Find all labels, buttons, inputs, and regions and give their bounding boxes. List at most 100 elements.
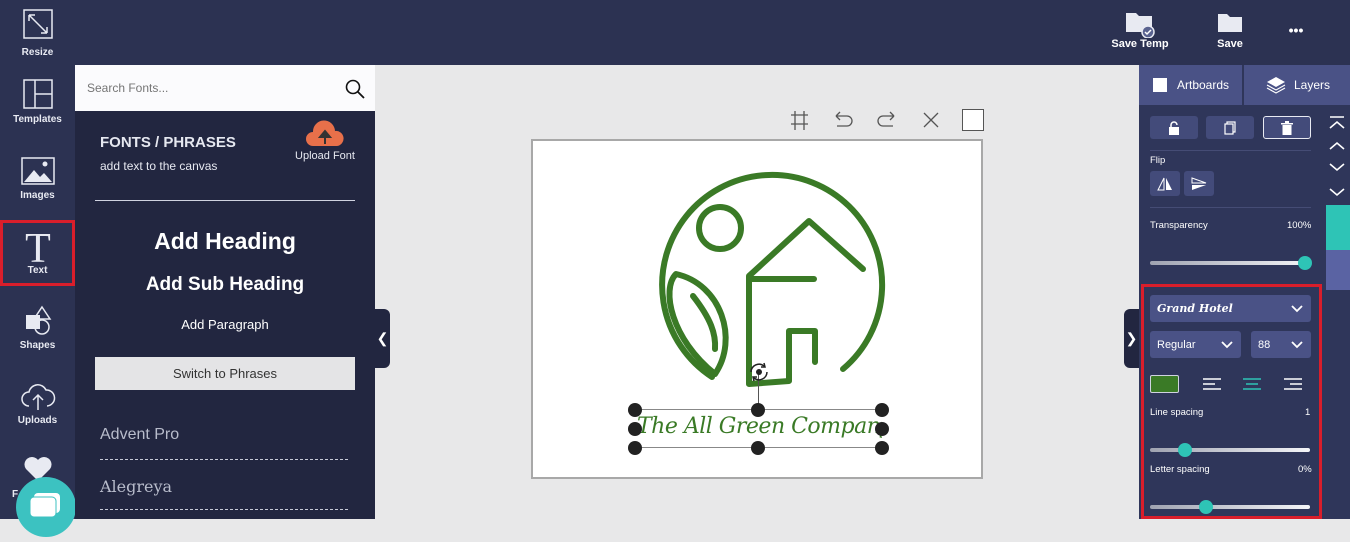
nav-item-templates[interactable]: Templates: [0, 78, 75, 148]
chevron-down-icon: [1221, 340, 1233, 348]
add-subheading-button[interactable]: Add Sub Heading: [75, 274, 375, 296]
delete-button[interactable]: [1263, 116, 1311, 139]
line-spacing-slider-knob[interactable]: [1178, 443, 1193, 457]
scrollbar-track[interactable]: [1326, 250, 1350, 290]
transparency-slider-knob[interactable]: [1298, 256, 1313, 270]
upload-font-button[interactable]: Upload Font: [290, 120, 360, 162]
nav-item-shapes[interactable]: Shapes: [0, 305, 75, 375]
close-button[interactable]: [919, 108, 943, 132]
top-bar: Save Temp Save •••: [0, 0, 1350, 65]
folder-check-icon: [1126, 13, 1155, 38]
nav-label: Text: [27, 265, 48, 276]
more-icon: •••: [1288, 22, 1304, 38]
letter-spacing-slider[interactable]: [1150, 500, 1310, 514]
nav-label: Images: [20, 190, 55, 201]
line-spacing-slider[interactable]: [1150, 443, 1310, 457]
lock-button[interactable]: [1150, 116, 1198, 139]
more-button[interactable]: •••: [1283, 22, 1309, 38]
duplicate-button[interactable]: [1206, 116, 1254, 139]
switch-to-phrases-button[interactable]: Switch to Phrases: [95, 357, 355, 390]
rotate-handle[interactable]: [744, 357, 774, 387]
resize-icon: [22, 9, 53, 39]
nav-item-resize[interactable]: Resize: [0, 8, 75, 78]
collapse-left-panel-button[interactable]: ❮: [375, 309, 390, 368]
nav-item-uploads[interactable]: Uploads: [0, 380, 75, 450]
flip-vertical-button[interactable]: [1184, 171, 1214, 196]
resize-handle-mr[interactable]: [875, 422, 889, 436]
transparency-slider[interactable]: [1150, 256, 1313, 270]
trash-icon: [1281, 121, 1293, 135]
font-weight-value: Regular: [1157, 339, 1196, 351]
save-button[interactable]: Save: [1210, 8, 1250, 50]
resize-handle-bl[interactable]: [628, 441, 642, 455]
font-item-alegreya[interactable]: Alegreya: [100, 477, 348, 496]
align-left-icon[interactable]: [1202, 377, 1222, 391]
shapes-icon: [25, 305, 51, 335]
svg-text:T: T: [25, 226, 51, 266]
logo-leaf-outline: [666, 271, 729, 377]
undo-button[interactable]: [831, 108, 855, 132]
chat-icon: [29, 493, 60, 518]
chat-button[interactable]: [16, 477, 76, 537]
font-weight-select[interactable]: Regular: [1150, 331, 1241, 358]
collapse-right-panel-button[interactable]: ❯: [1124, 309, 1139, 368]
resize-handle-br[interactable]: [875, 441, 889, 455]
panel-title: FONTS / PHRASES: [100, 134, 236, 151]
templates-icon: [22, 79, 53, 109]
resize-handle-bm[interactable]: [751, 441, 765, 455]
font-divider: [100, 459, 348, 460]
resize-handle-tm[interactable]: [751, 403, 765, 417]
left-nav: Resize Templates Images T Text Shapes Up…: [0, 0, 75, 519]
resize-handle-tr[interactable]: [875, 403, 889, 417]
uploads-icon: [20, 384, 55, 410]
font-size-select[interactable]: 88: [1251, 331, 1311, 358]
section-divider: [1150, 150, 1311, 151]
align-right-icon[interactable]: [1283, 377, 1303, 391]
logo-leaf-vein: [690, 293, 719, 352]
grid-button[interactable]: [787, 108, 811, 132]
search-icon[interactable]: [345, 79, 365, 99]
tab-label: Layers: [1294, 78, 1331, 92]
bring-to-front-icon[interactable]: [1327, 115, 1347, 133]
chevron-left-icon: ❮: [376, 330, 389, 346]
logo-sun: [696, 204, 744, 252]
artboard-icon: [1153, 78, 1167, 92]
panel-subtitle: add text to the canvas: [100, 159, 218, 173]
redo-icon: [877, 111, 895, 127]
save-temp-button[interactable]: Save Temp: [1108, 8, 1172, 50]
layer-order-controls: [1324, 105, 1350, 519]
cloud-upload-icon: [306, 120, 344, 146]
nav-item-images[interactable]: Images: [0, 157, 75, 227]
redo-button[interactable]: [875, 108, 899, 132]
font-item-advent-pro[interactable]: Advent Pro: [100, 426, 348, 444]
tab-artboards[interactable]: Artboards: [1139, 65, 1242, 105]
resize-handle-ml[interactable]: [628, 422, 642, 436]
font-family-select[interactable]: Grand Hotel: [1150, 295, 1311, 322]
add-paragraph-button[interactable]: Add Paragraph: [75, 317, 375, 332]
transparency-label: Transparency: [1150, 220, 1208, 231]
resize-handle-tl[interactable]: [628, 403, 642, 417]
letter-spacing-slider-knob[interactable]: [1199, 500, 1213, 514]
undo-icon: [835, 111, 853, 127]
align-center-icon[interactable]: [1242, 377, 1262, 391]
nav-label: Uploads: [17, 415, 58, 426]
panel-divider: [95, 200, 355, 201]
nav-item-text[interactable]: T Text: [0, 220, 75, 286]
font-search-input[interactable]: [87, 78, 327, 98]
add-heading-button[interactable]: Add Heading: [75, 228, 375, 255]
logo-text[interactable]: The All Green Company: [637, 414, 882, 439]
flip-label: Flip: [1150, 155, 1166, 166]
background-color-button[interactable]: [962, 109, 984, 131]
grid-icon: [791, 111, 808, 130]
lock-icon: [1169, 121, 1179, 135]
scrollbar-thumb[interactable]: [1326, 205, 1350, 250]
send-backward-icon[interactable]: [1327, 161, 1347, 175]
bring-forward-icon[interactable]: [1327, 138, 1347, 152]
flip-horizontal-button[interactable]: [1150, 171, 1180, 196]
text-color-swatch[interactable]: [1150, 375, 1179, 393]
send-to-back-icon[interactable]: [1327, 186, 1347, 200]
font-divider: [100, 509, 348, 510]
artboard[interactable]: The All Green Company: [531, 139, 983, 479]
section-divider: [1150, 207, 1311, 208]
tab-layers[interactable]: Layers: [1244, 65, 1350, 105]
